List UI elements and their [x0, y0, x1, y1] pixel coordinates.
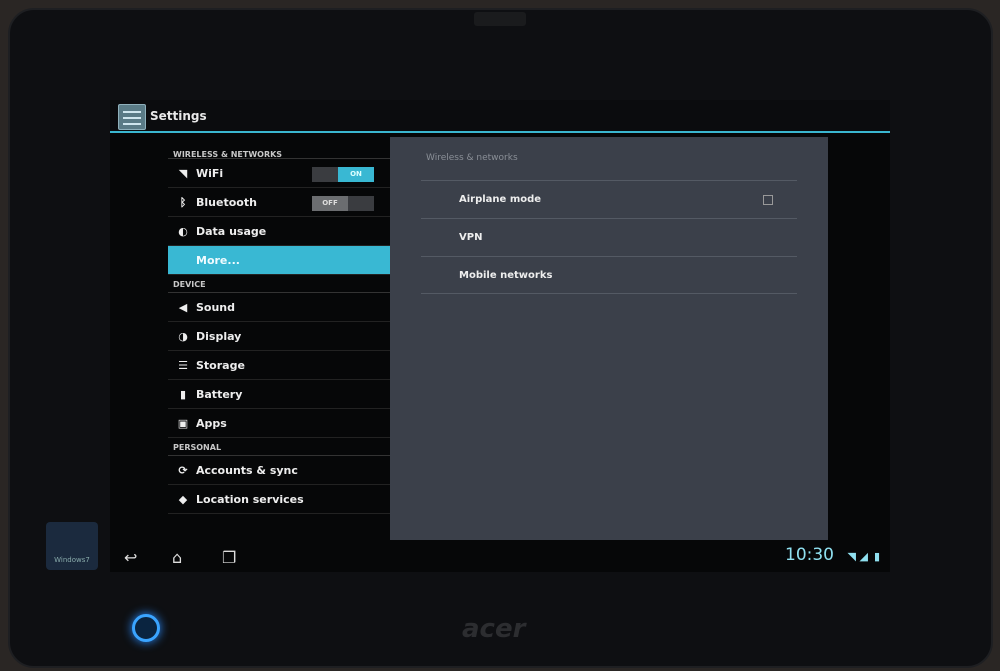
item-label: Sound [196, 300, 236, 314]
item-label: Battery [196, 387, 243, 401]
display-icon: ◑ [178, 329, 188, 343]
page-title: Settings [150, 109, 207, 123]
item-label: Storage [196, 358, 245, 372]
item-label: Data usage [196, 224, 267, 238]
battery-icon: ▮ [179, 387, 187, 401]
settings-item-data-usage[interactable]: ◐ Data usage [168, 217, 390, 246]
item-label: Location services [196, 492, 304, 506]
sound-icon: ◀ [178, 300, 188, 314]
section-header-device: DEVICE [168, 275, 390, 293]
airplane-mode-item[interactable]: Airplane mode [421, 180, 797, 218]
screen: Settings WIRELESS & NETWORKS ◥ WiFi ON ᛒ Bl… [110, 100, 890, 572]
toggle-label: OFF [312, 196, 348, 211]
detail-pane: Wireless & networks Airplane mode VPN Mo… [390, 137, 828, 540]
camera [474, 12, 526, 26]
settings-item-storage[interactable]: ☰ Storage [168, 351, 390, 380]
data-usage-icon: ◐ [178, 224, 188, 238]
settings-item-location[interactable]: ◆ Location services [168, 485, 390, 514]
windows-button[interactable] [132, 614, 160, 642]
section-header-wireless: WIRELESS & NETWORKS [168, 137, 390, 159]
settings-item-display[interactable]: ◑ Display [168, 322, 390, 351]
item-label: Apps [196, 416, 227, 430]
bluetooth-icon: ᛒ [179, 195, 187, 209]
toggle-label: ON [338, 167, 374, 182]
mobile-networks-item[interactable]: Mobile networks [421, 256, 797, 294]
settings-item-apps[interactable]: ▣ Apps [168, 409, 390, 438]
detail-header: Wireless & networks [426, 153, 518, 163]
brand-logo: acer [462, 614, 526, 644]
settings-app-icon[interactable] [118, 104, 146, 130]
location-icon: ◆ [178, 492, 188, 506]
apps-icon: ▣ [177, 416, 189, 430]
sync-icon: ⟳ [178, 463, 188, 477]
storage-icon: ☰ [178, 358, 188, 372]
airplane-mode-checkbox[interactable] [763, 195, 773, 205]
wifi-icon: ◥ [178, 166, 188, 180]
section-header-personal: PERSONAL [168, 438, 390, 456]
system-bar: ↩ ⌂ ❐ 10:30 ◥ ◢ ▮ [110, 540, 890, 572]
battery-status-icon: ▮ [873, 550, 880, 563]
vpn-item[interactable]: VPN [421, 218, 797, 256]
clock[interactable]: 10:30 [785, 545, 834, 565]
back-icon[interactable]: ↩ [124, 548, 137, 567]
windows7-desktop-tile[interactable]: Windows7 [46, 522, 98, 570]
item-label: Mobile networks [459, 270, 553, 281]
recent-apps-icon[interactable]: ❐ [222, 548, 236, 567]
item-label: VPN [459, 232, 483, 243]
item-label: WiFi [196, 166, 224, 180]
settings-item-sound[interactable]: ◀ Sound [168, 293, 390, 322]
home-icon[interactable]: ⌂ [172, 548, 182, 567]
settings-item-accounts-sync[interactable]: ⟳ Accounts & sync [168, 456, 390, 485]
bluetooth-toggle[interactable]: OFF [312, 196, 374, 211]
wifi-signal-icon: ◥ [847, 550, 856, 563]
action-bar: Settings [110, 100, 890, 133]
settings-item-wifi[interactable]: ◥ WiFi ON [168, 159, 390, 188]
item-label: Display [196, 329, 242, 343]
settings-list: WIRELESS & NETWORKS ◥ WiFi ON ᛒ Bluetooth OF… [168, 137, 390, 514]
item-label: Accounts & sync [196, 463, 298, 477]
settings-item-more[interactable]: More... [168, 246, 390, 275]
settings-item-battery[interactable]: ▮ Battery [168, 380, 390, 409]
item-label: Airplane mode [459, 194, 542, 205]
cell-signal-icon: ◢ [859, 550, 868, 563]
item-label: Bluetooth [196, 195, 257, 209]
wifi-toggle[interactable]: ON [312, 167, 374, 182]
settings-item-bluetooth[interactable]: ᛒ Bluetooth OFF [168, 188, 390, 217]
item-label: More... [196, 253, 240, 267]
